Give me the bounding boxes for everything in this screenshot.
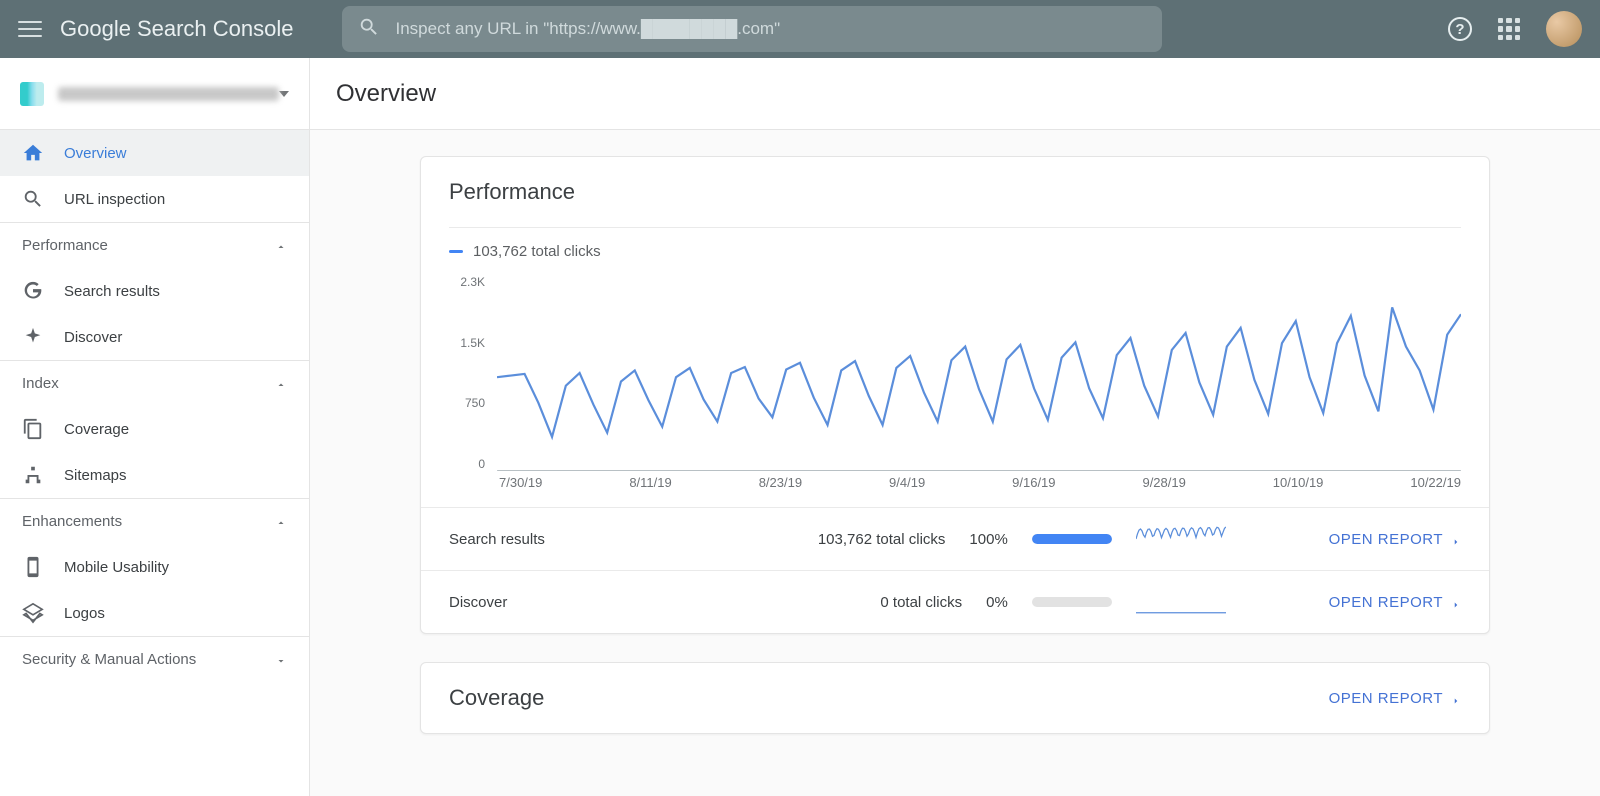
summary-name: Search results: [449, 531, 649, 548]
logos-icon: [22, 602, 44, 624]
legend-text: 103,762 total clicks: [473, 243, 601, 260]
open-report-search-results[interactable]: OPEN REPORT: [1329, 531, 1461, 548]
property-name-redacted: [58, 87, 279, 101]
sitemaps-icon: [22, 464, 44, 486]
sidebar-section-security[interactable]: Security & Manual Actions: [0, 636, 309, 682]
property-selector[interactable]: [0, 58, 309, 130]
sidebar-section-performance[interactable]: Performance: [0, 222, 309, 268]
coverage-card-title: Coverage: [449, 685, 544, 711]
chevron-right-icon: [1451, 597, 1461, 607]
mobile-icon: [22, 556, 44, 578]
sidebar-item-label: Search results: [64, 283, 160, 300]
property-favicon: [20, 82, 44, 106]
app-header: Google Search Console ?: [0, 0, 1600, 58]
performance-card-title: Performance: [449, 179, 575, 205]
summary-value: 0 total clicks: [880, 594, 962, 611]
summary-name: Discover: [449, 594, 649, 611]
summary-row: Discover 0 total clicks 0% OPEN REPORT: [421, 570, 1489, 633]
chevron-up-icon: [275, 240, 287, 252]
sidebar-item-label: URL inspection: [64, 191, 165, 208]
page-title: Overview: [310, 58, 1600, 130]
performance-card: Performance 103,762 total clicks 2.3K1.5…: [420, 156, 1490, 634]
summary-pct: 0%: [986, 594, 1008, 611]
sidebar-item-overview[interactable]: Overview: [0, 130, 309, 176]
sidebar-section-enhancements[interactable]: Enhancements: [0, 498, 309, 544]
open-report-coverage[interactable]: OPEN REPORT: [1329, 690, 1461, 707]
header-actions: ?: [1448, 11, 1582, 47]
home-icon: [22, 142, 44, 164]
dropdown-caret-icon: [279, 91, 289, 97]
chevron-up-icon: [275, 378, 287, 390]
sparkline: [1136, 589, 1226, 615]
performance-legend: 103,762 total clicks: [449, 227, 1461, 275]
sidebar-item-label: Mobile Usability: [64, 559, 169, 576]
sidebar-section-index[interactable]: Index: [0, 360, 309, 406]
sidebar-item-discover[interactable]: Discover: [0, 314, 309, 360]
coverage-icon: [22, 418, 44, 440]
help-icon[interactable]: ?: [1448, 17, 1472, 41]
sidebar-item-logos[interactable]: Logos: [0, 590, 309, 636]
sidebar-item-search-results[interactable]: Search results: [0, 268, 309, 314]
chevron-up-icon: [275, 516, 287, 528]
sidebar-item-label: Sitemaps: [64, 467, 127, 484]
sidebar-item-sitemaps[interactable]: Sitemaps: [0, 452, 309, 498]
brand-search-console: Search Console: [137, 16, 294, 42]
url-inspect-input[interactable]: [394, 18, 1146, 40]
coverage-card: Coverage OPEN REPORT: [420, 662, 1490, 734]
sidebar: Overview URL inspection Performance Sear…: [0, 58, 310, 796]
sidebar-item-coverage[interactable]: Coverage: [0, 406, 309, 452]
sidebar-item-mobile-usability[interactable]: Mobile Usability: [0, 544, 309, 590]
chevron-right-icon: [1451, 693, 1461, 703]
summary-pct-bar: [1032, 597, 1112, 607]
legend-swatch-icon: [449, 250, 463, 253]
apps-icon[interactable]: [1498, 18, 1520, 40]
sidebar-item-label: Logos: [64, 605, 105, 622]
search-icon: [358, 16, 380, 43]
summary-pct: 100%: [969, 531, 1007, 548]
main-area: Overview Performance 103,762 total click…: [310, 58, 1600, 796]
chevron-down-icon: [275, 654, 287, 666]
summary-row: Search results 103,762 total clicks 100% OP…: [421, 507, 1489, 570]
open-report-discover[interactable]: OPEN REPORT: [1329, 594, 1461, 611]
hamburger-menu-icon[interactable]: [18, 17, 42, 41]
chevron-right-icon: [1451, 534, 1461, 544]
summary-pct-bar: [1032, 534, 1112, 544]
google-g-icon: [22, 280, 44, 302]
discover-icon: [22, 326, 44, 348]
brand-google: Google: [60, 16, 131, 42]
url-inspect-search[interactable]: [342, 6, 1162, 52]
search-icon: [22, 188, 44, 210]
sidebar-item-url-inspection[interactable]: URL inspection: [0, 176, 309, 222]
avatar[interactable]: [1546, 11, 1582, 47]
sidebar-item-label: Coverage: [64, 421, 129, 438]
sparkline: [1136, 526, 1226, 552]
summary-value: 103,762 total clicks: [818, 531, 946, 548]
performance-chart: 2.3K1.5K7500 7/30/198/11/198/23/199/4/19…: [449, 275, 1461, 495]
sidebar-item-label: Discover: [64, 329, 122, 346]
app-brand[interactable]: Google Search Console: [60, 16, 294, 42]
sidebar-item-label: Overview: [64, 145, 127, 162]
